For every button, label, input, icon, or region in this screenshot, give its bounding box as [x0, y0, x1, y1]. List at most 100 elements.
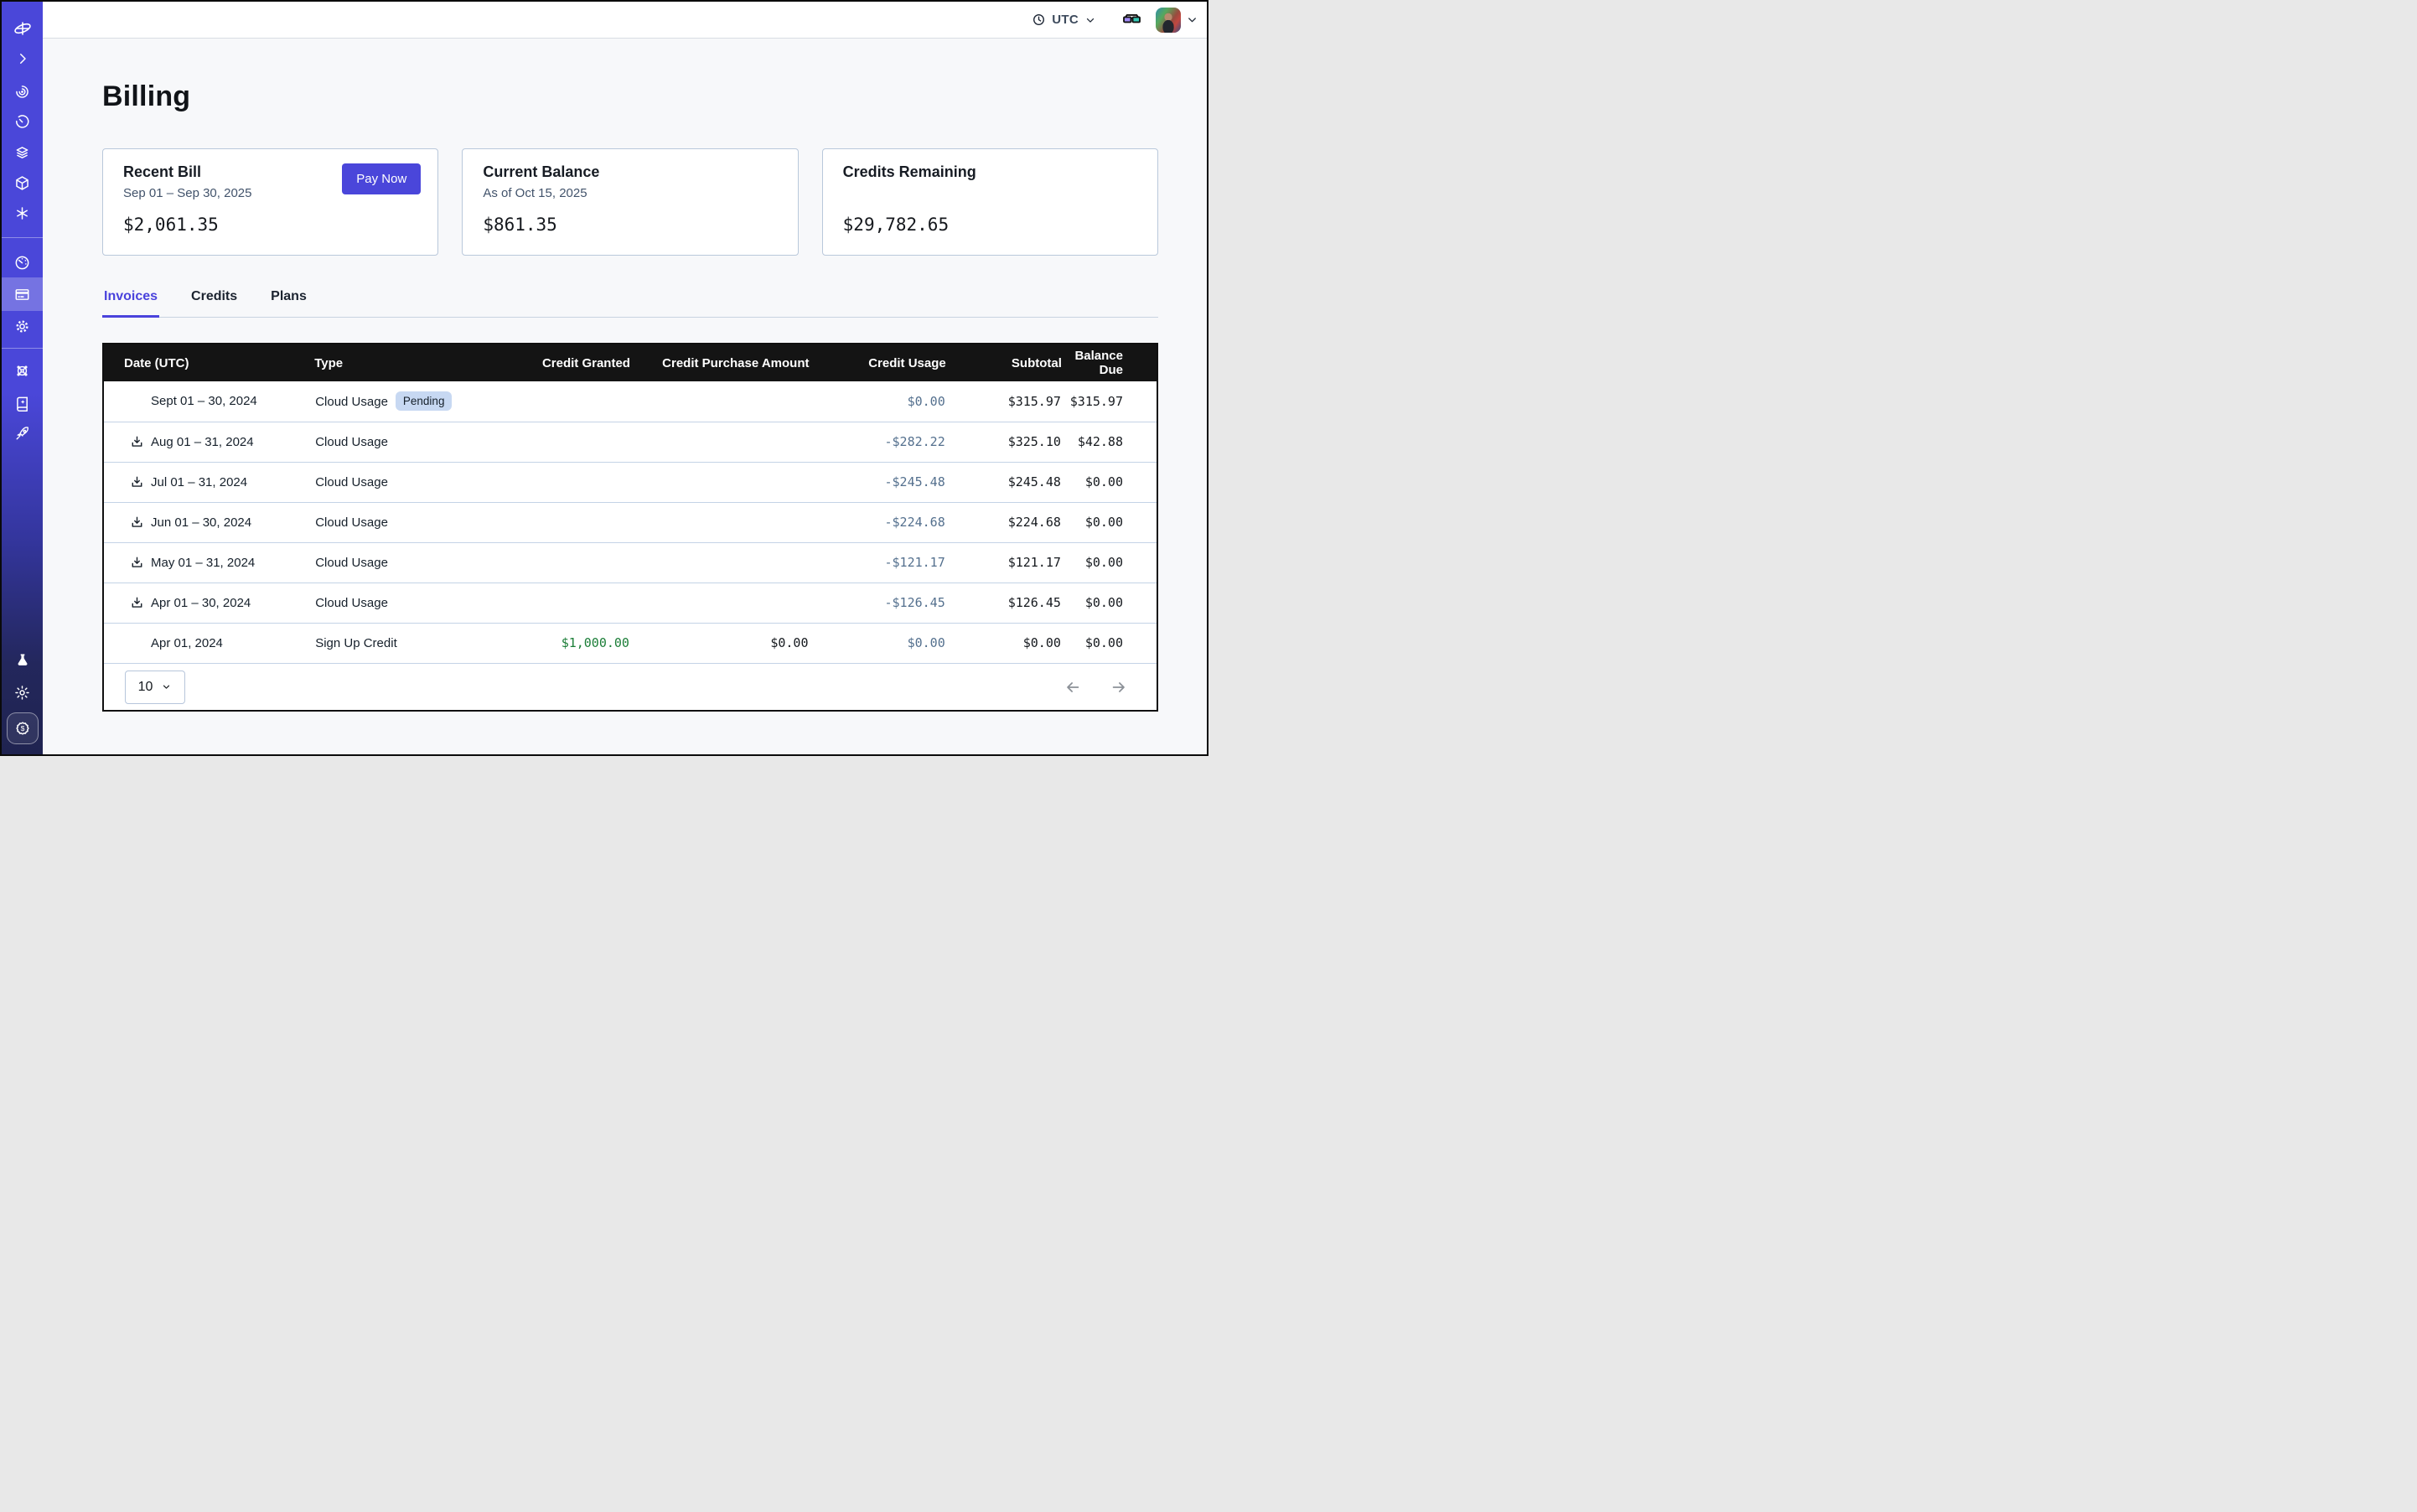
- download-invoice-button[interactable]: [129, 555, 151, 571]
- credit-purchase-value: [630, 422, 810, 462]
- arrow-right-icon: [1110, 678, 1128, 696]
- chevron-down-icon: [1186, 13, 1198, 26]
- invoice-date: Apr 01, 2024: [151, 636, 223, 650]
- timer-icon: [13, 113, 31, 131]
- invoices-table-card: Date (UTC) Type Credit Granted Credit Pu…: [102, 343, 1158, 712]
- credit-purchase-value: [630, 542, 810, 583]
- theme-toggle-button[interactable]: [2, 677, 43, 707]
- billing-tabs: Invoices Credits Plans: [102, 287, 1158, 318]
- asterisk-icon: [13, 205, 31, 222]
- layers-icon: [13, 144, 31, 162]
- table-row: Jun 01 – 30, 2024 Cloud Usage -$224.68 $…: [104, 502, 1157, 542]
- subtotal-value: $126.45: [946, 583, 1062, 623]
- credit-purchase-value: [630, 381, 810, 422]
- subtotal-value: $0.00: [946, 623, 1062, 663]
- sidebar-item-usage[interactable]: [2, 247, 43, 277]
- gear-icon: [13, 318, 31, 335]
- tab-credits[interactable]: Credits: [189, 287, 239, 318]
- col-balance-due: Balance Due: [1062, 344, 1157, 381]
- invoice-date-cell: Apr 01, 2024: [104, 623, 314, 663]
- balance-due-value: $0.00: [1062, 502, 1157, 542]
- cube-icon: [13, 174, 31, 192]
- account-menu-button[interactable]: [1186, 13, 1198, 26]
- credit-card-icon: [13, 286, 31, 303]
- invoice-type: Cloud Usage: [315, 395, 388, 409]
- expand-sidebar-button[interactable]: [2, 44, 43, 74]
- invoice-date: Aug 01 – 31, 2024: [151, 435, 254, 449]
- sidebar-item-docs[interactable]: [2, 388, 43, 418]
- col-subtotal: Subtotal: [946, 344, 1062, 381]
- balance-due-value: $0.00: [1062, 583, 1157, 623]
- app-window: $ UTC: [0, 0, 1208, 756]
- download-invoice-button[interactable]: [129, 595, 151, 611]
- subtotal-value: $245.48: [946, 462, 1062, 502]
- current-balance-card: Current Balance As of Oct 15, 2025 $861.…: [462, 148, 798, 256]
- sidebar: $: [2, 2, 43, 754]
- recent-bill-amount: $2,061.35: [123, 215, 417, 235]
- invoice-date: Jul 01 – 31, 2024: [151, 475, 247, 489]
- download-icon: [129, 434, 145, 450]
- invoice-type: Cloud Usage: [315, 515, 388, 530]
- sidebar-item-services[interactable]: [2, 198, 43, 228]
- sidebar-item-support[interactable]: [2, 355, 43, 386]
- download-icon: [129, 555, 145, 571]
- card-subtitle: [843, 186, 1137, 203]
- sidebar-item-billing[interactable]: [2, 277, 43, 311]
- sidebar-item-observe[interactable]: [2, 76, 43, 106]
- chevron-down-icon: [1084, 14, 1096, 26]
- invoice-type-cell: Cloud Usage: [314, 462, 483, 502]
- balance-due-value: $0.00: [1062, 542, 1157, 583]
- next-page-button[interactable]: [1110, 678, 1128, 696]
- credit-purchase-value: [630, 502, 810, 542]
- col-credit-purchase-amount: Credit Purchase Amount: [630, 344, 810, 381]
- balance-due-value: $42.88: [1062, 422, 1157, 462]
- page-title: Billing: [102, 80, 1158, 113]
- page-size-select[interactable]: 10: [125, 671, 185, 704]
- download-invoice-button[interactable]: [129, 515, 151, 531]
- credit-granted-value: $1,000.00: [483, 623, 630, 663]
- download-invoice-button[interactable]: [129, 474, 151, 490]
- summary-cards: Recent Bill Sep 01 – Sep 30, 2025 $2,061…: [102, 148, 1158, 256]
- invoice-type-cell: Sign Up Credit: [314, 623, 483, 663]
- invoice-type-cell: Cloud Usage: [314, 583, 483, 623]
- sidebar-divider: [2, 348, 43, 349]
- sidebar-item-layers[interactable]: [2, 137, 43, 168]
- arrow-left-icon: [1064, 678, 1082, 696]
- credit-granted-value: [483, 462, 630, 502]
- main-area: UTC Billing Recent Bil: [43, 2, 1207, 754]
- card-title: Credits Remaining: [843, 163, 1137, 181]
- gauge-icon: [13, 254, 31, 272]
- sidebar-item-cube[interactable]: [2, 168, 43, 198]
- pagination-arrows: [1064, 678, 1128, 696]
- invoice-date: May 01 – 31, 2024: [151, 556, 255, 570]
- user-avatar[interactable]: [1156, 8, 1181, 33]
- sidebar-item-labs[interactable]: [2, 645, 43, 676]
- pay-now-button[interactable]: Pay Now: [342, 163, 421, 194]
- invoice-table-body: Sept 01 – 30, 2024 Cloud UsagePending $0…: [104, 381, 1157, 663]
- sidebar-item-get-started[interactable]: [2, 418, 43, 448]
- timezone-selector[interactable]: UTC: [1032, 13, 1096, 27]
- tab-invoices[interactable]: Invoices: [102, 287, 159, 318]
- download-icon: [129, 515, 145, 531]
- credit-granted-value: [483, 583, 630, 623]
- col-date: Date (UTC): [104, 344, 314, 381]
- sidebar-item-history[interactable]: [2, 106, 43, 137]
- invoice-type: Cloud Usage: [315, 475, 388, 489]
- table-row: Apr 01 – 30, 2024 Cloud Usage -$126.45 $…: [104, 583, 1157, 623]
- col-credit-usage: Credit Usage: [809, 344, 945, 381]
- previous-page-button[interactable]: [1064, 678, 1082, 696]
- credit-purchase-value: [630, 583, 810, 623]
- table-row: Apr 01, 2024 Sign Up Credit $1,000.00 $0…: [104, 623, 1157, 663]
- credit-usage-value: -$282.22: [809, 422, 945, 462]
- svg-text:$: $: [20, 724, 24, 733]
- tab-plans[interactable]: Plans: [269, 287, 308, 318]
- invoice-date-cell: Sept 01 – 30, 2024: [104, 381, 314, 422]
- sidebar-item-settings[interactable]: [2, 311, 43, 341]
- download-invoice-button[interactable]: [129, 434, 151, 450]
- invoice-type: Sign Up Credit: [315, 636, 397, 650]
- view-mode-button[interactable]: [1121, 9, 1142, 30]
- credits-button[interactable]: $: [7, 712, 39, 744]
- table-footer: 10: [104, 663, 1157, 710]
- orbit-cross-logo-icon: [2, 13, 43, 44]
- balance-due-value: $0.00: [1062, 462, 1157, 502]
